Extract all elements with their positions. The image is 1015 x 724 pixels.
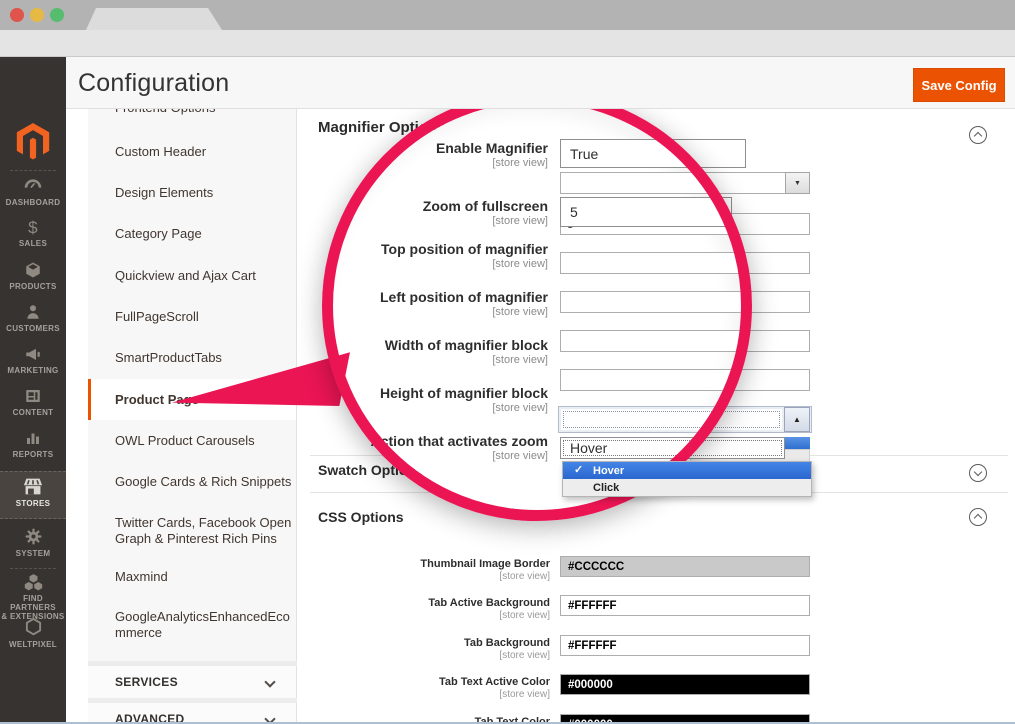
sidebar-item-ga-enhanced-ecommerce[interactable]: GoogleAnalyticsEnhancedEcommerce <box>115 609 293 641</box>
sidebar-item-customers[interactable]: CUSTOMERS <box>0 303 66 333</box>
sidebar-item-system[interactable]: SYSTEM <box>0 527 66 558</box>
tab-active-bg-input[interactable] <box>560 595 810 616</box>
tab-bg-input[interactable] <box>560 635 810 656</box>
screenshot-root: Frontend Options Custom Header Design El… <box>0 0 1015 724</box>
collapse-css-icon[interactable] <box>969 508 987 526</box>
sidebar-item-reports[interactable]: REPORTS <box>0 429 66 459</box>
sidebar-item-owl-carousels[interactable]: OWL Product Carousels <box>115 433 297 449</box>
close-window-icon[interactable] <box>10 8 24 22</box>
caret-down-icon: ▼ <box>794 180 801 187</box>
gear-icon <box>24 527 43 546</box>
tab-text-active-input[interactable] <box>560 674 810 695</box>
dropdown-option-click[interactable]: Click <box>563 479 811 496</box>
menu-group-services[interactable]: SERVICES <box>88 666 297 698</box>
sidebar-item-content[interactable]: CONTENT <box>0 387 66 417</box>
person-icon <box>24 303 42 321</box>
sidebar-item-stores[interactable]: STORES <box>0 477 66 508</box>
admin-sidebar: DASHBOARD $ SALES PRODUCTS CUSTOMERS MAR… <box>0 57 66 724</box>
page-header: Configuration Save Config <box>66 57 1015 109</box>
hexagon-icon <box>24 617 43 637</box>
sidebar-item-find-partners[interactable]: FIND PARTNERS & EXTENSIONS <box>0 573 66 621</box>
select-caret-button[interactable]: ▼ <box>785 172 810 194</box>
magento-logo-icon[interactable] <box>16 123 50 166</box>
expand-swatch-icon[interactable] <box>969 464 987 482</box>
sidebar-item-weltpixel[interactable]: WELTPIXEL <box>0 617 66 649</box>
sidebar-item-quickview[interactable]: Quickview and Ajax Cart <box>115 268 297 284</box>
tab-active-bg-label: Tab Active Background[store view] <box>300 597 550 622</box>
menu-group-advanced[interactable]: ADVANCED <box>88 703 297 724</box>
thumbnail-border-label: Thumbnail Image Border[store view] <box>300 558 550 583</box>
sidebar-item-google-cards[interactable]: Google Cards & Rich Snippets <box>115 474 297 490</box>
cube-icon <box>24 261 42 279</box>
sidebar-divider <box>10 568 56 569</box>
tab-text-active-label: Tab Text Active Color[store view] <box>300 676 550 701</box>
boxes-icon <box>24 573 43 591</box>
browser-tab[interactable] <box>86 8 222 30</box>
bar-chart-icon <box>24 429 42 447</box>
css-options-title: CSS Options <box>318 509 404 525</box>
sidebar-item-category-page[interactable]: Category Page <box>115 226 297 242</box>
browser-addressbar[interactable] <box>0 30 1015 57</box>
store-icon <box>23 477 43 496</box>
sidebar-item-custom-header[interactable]: Custom Header <box>115 144 297 160</box>
sidebar-item-marketing[interactable]: MARKETING <box>0 345 66 375</box>
zoom-action-dropdown: ✓ Hover Click <box>562 461 812 497</box>
sidebar-item-smartproducttabs[interactable]: SmartProductTabs <box>115 350 297 366</box>
check-icon: ✓ <box>574 463 583 476</box>
page-title: Configuration <box>78 69 229 98</box>
zoom-window-icon[interactable] <box>50 8 64 22</box>
sidebar-item-design-elements[interactable]: Design Elements <box>115 185 297 201</box>
sidebar-divider <box>10 170 56 171</box>
sidebar-item-maxmind[interactable]: Maxmind <box>115 569 297 585</box>
minimize-window-icon[interactable] <box>30 8 44 22</box>
megaphone-icon <box>24 345 42 363</box>
combo-caret-button[interactable]: ▲ <box>784 407 810 432</box>
chevron-down-icon <box>264 676 275 687</box>
sidebar-item-sales[interactable]: $ SALES <box>0 219 66 248</box>
dollar-icon: $ <box>0 219 66 237</box>
dropdown-option-hover[interactable]: ✓ Hover <box>563 462 811 479</box>
sidebar-item-twitter-cards[interactable]: Twitter Cards, Facebook Open Graph & Pin… <box>115 515 297 547</box>
sidebar-item-dashboard[interactable]: DASHBOARD <box>0 177 66 207</box>
sidebar-item-products[interactable]: PRODUCTS <box>0 261 66 291</box>
caret-up-icon: ▲ <box>793 415 801 424</box>
services-group-label: SERVICES <box>115 675 178 689</box>
sidebar-item-fullpagescroll[interactable]: FullPageScroll <box>115 309 297 325</box>
newspaper-icon <box>24 387 42 405</box>
save-config-button[interactable]: Save Config <box>913 68 1005 102</box>
gauge-icon <box>23 177 43 195</box>
thumbnail-border-input[interactable] <box>560 556 810 577</box>
tab-bg-label: Tab Background[store view] <box>300 637 550 662</box>
magnifier-lens-ring <box>322 91 752 521</box>
browser-titlebar <box>0 0 1015 30</box>
collapse-magnifier-icon[interactable] <box>969 126 987 144</box>
